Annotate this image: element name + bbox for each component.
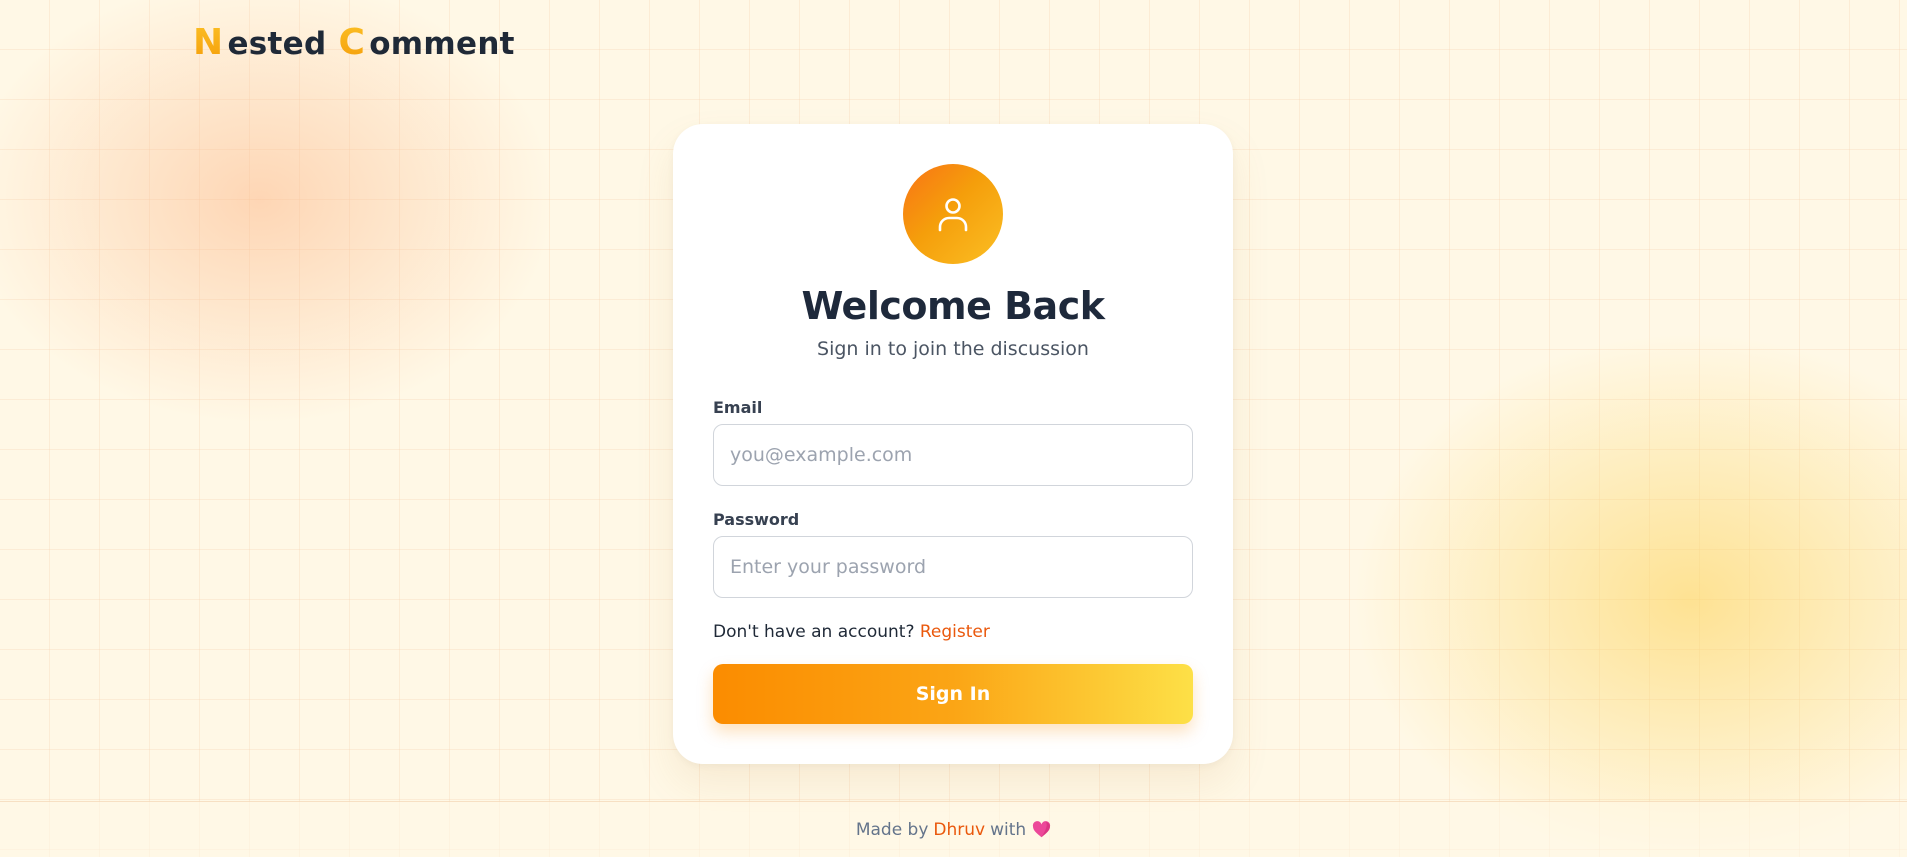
footer: Made by Dhruv with (0, 801, 1907, 857)
avatar (903, 164, 1003, 264)
password-field[interactable] (713, 536, 1193, 598)
logo-initial-n: N (193, 22, 224, 63)
email-label: Email (713, 398, 763, 417)
password-label: Password (713, 510, 800, 529)
logo-text-ested: ested (227, 26, 327, 62)
email-field[interactable] (713, 424, 1193, 486)
footer-with: with (990, 819, 1027, 840)
page-title: Welcome Back (801, 284, 1106, 328)
app-logo[interactable]: N ested C omment (193, 22, 515, 63)
register-prompt: Don't have an account? (713, 622, 915, 642)
page-subtitle: Sign in to join the discussion (817, 338, 1089, 360)
footer-made-by: Made by (855, 819, 929, 840)
logo-initial-c: C (338, 22, 366, 63)
logo-text-omment: omment (369, 26, 515, 62)
login-card: Welcome Back Sign in to join the discuss… (673, 124, 1233, 764)
user-icon (938, 198, 968, 232)
footer-author-link[interactable]: Dhruv (933, 820, 985, 840)
sign-in-button[interactable]: Sign In (713, 664, 1193, 724)
register-prompt-row: Don't have an account? Register (713, 622, 990, 642)
heart-icon (1032, 821, 1051, 838)
register-link[interactable]: Register (920, 622, 990, 642)
